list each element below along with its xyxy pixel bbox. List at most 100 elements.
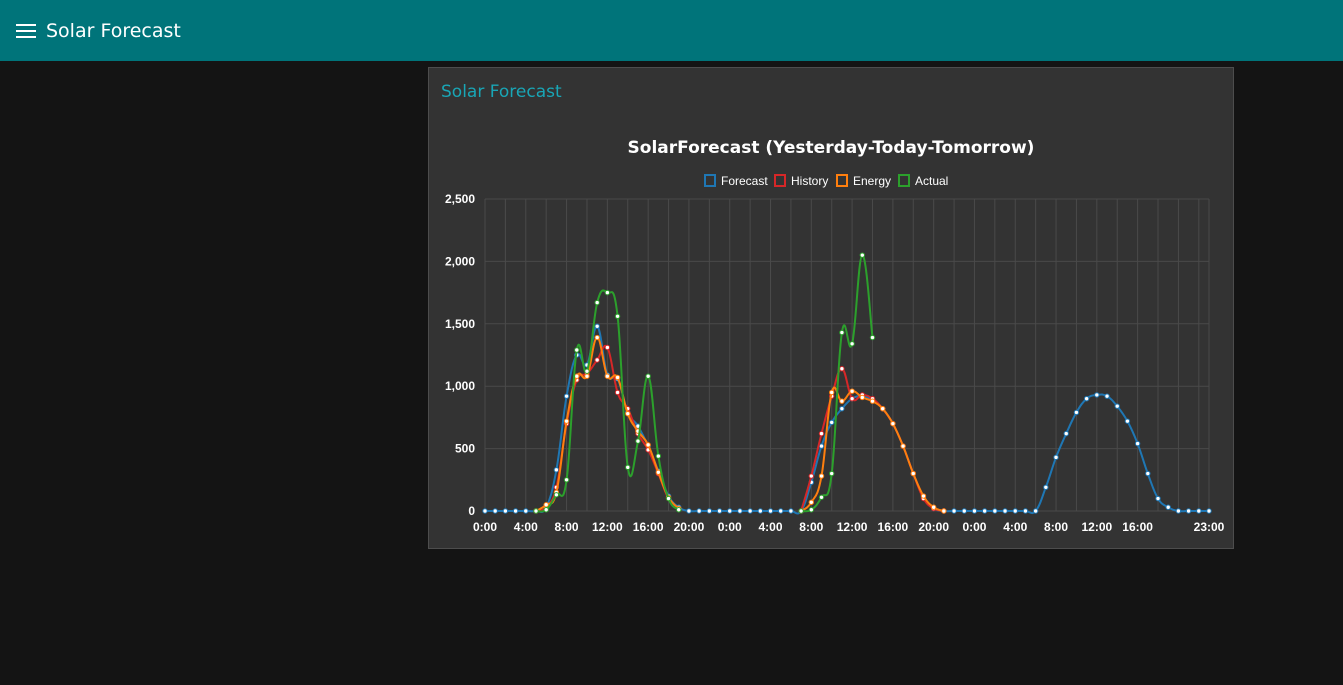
data-point-energy [604,373,611,379]
data-point-forecast [1022,508,1029,514]
data-point-forecast [1155,495,1161,502]
data-point-actual [849,341,855,347]
x-tick-label: 0:00 [473,520,497,534]
data-point-actual [839,329,845,336]
data-point-actual [625,464,631,471]
data-point-forecast [737,508,743,514]
data-point-forecast [971,508,978,514]
data-point-energy [594,334,600,341]
x-tick-label: 8:00 [1044,520,1068,534]
data-point-energy [890,420,896,427]
x-tick-label: 4:00 [759,520,783,534]
data-point-actual [798,508,804,514]
data-point-forecast [716,508,723,514]
data-point-forecast [1165,504,1171,510]
chart-series [482,252,1212,515]
data-point-forecast [829,419,835,426]
y-tick-label: 500 [455,442,475,456]
data-point-actual [665,495,672,502]
data-point-forecast [523,508,529,514]
data-point-actual [635,438,641,444]
y-tick-label: 2,500 [445,192,475,206]
x-tick-label: 4:00 [1003,520,1027,534]
data-point-energy [900,443,906,449]
data-point-forecast [1185,508,1192,514]
data-point-actual [829,470,835,477]
x-tick-label: 12:00 [837,520,868,534]
x-axis-ticks: 0:00 4:00 8:00 12:00 16:00 20:00 0:00 4:00 8:00 1… [473,520,1225,534]
data-point-forecast [747,508,753,514]
legend-swatch-history [774,174,786,187]
data-point-energy [829,389,835,396]
y-axis-ticks: 0 500 1,000 1,500 2,000 2,500 [445,192,475,518]
data-point-energy [859,394,865,401]
data-point-forecast [1175,508,1182,514]
data-point-actual [859,252,865,258]
hamburger-menu-icon[interactable] [16,23,36,39]
data-point-forecast [1032,508,1039,514]
legend-label-forecast: Forecast [721,174,768,188]
legend-swatch-energy [836,174,848,187]
series-actual [533,252,876,514]
legend-swatch-forecast [704,174,716,187]
data-point-forecast [1124,418,1131,424]
data-point-actual [676,507,682,513]
chart-grid [484,198,1210,512]
data-point-forecast [1073,409,1080,416]
data-point-forecast [1012,508,1018,514]
data-point-forecast [818,443,825,449]
data-point-forecast [727,508,733,514]
legend-swatch-actual [898,174,910,187]
data-point-forecast [1083,395,1090,402]
data-point-actual [869,334,876,341]
data-point-forecast [1053,454,1059,461]
data-point-forecast [767,508,774,514]
data-point-energy [818,473,825,479]
data-point-forecast [1094,392,1100,398]
data-point-forecast [1002,508,1008,514]
data-point-forecast [594,323,600,329]
data-point-energy [808,499,815,505]
data-point-energy [584,373,590,379]
data-point-forecast [778,508,784,514]
series-history [533,344,947,514]
data-point-forecast [951,508,957,514]
legend-label-actual: Actual [915,174,948,188]
data-point-actual [533,508,539,514]
x-tick-label: 8:00 [799,520,823,534]
data-point-forecast [839,405,845,412]
data-point-history [849,395,855,402]
data-point-forecast [512,508,519,514]
x-tick-label: 12:00 [592,520,623,534]
data-point-forecast [992,508,998,514]
chart-legend: Forecast History Energy Actual [704,174,948,188]
data-point-forecast [563,393,570,399]
x-tick-label: 20:00 [918,520,949,534]
x-tick-label: 20:00 [674,520,705,534]
data-point-forecast [696,508,702,514]
y-tick-label: 2,000 [445,254,475,268]
data-point-forecast [1196,508,1202,514]
data-point-history [839,366,845,372]
legend-label-energy: Energy [853,174,891,188]
data-point-forecast [1043,484,1049,490]
data-point-actual [594,299,600,306]
data-point-actual [655,453,662,459]
data-point-energy [849,388,855,394]
data-point-forecast [757,508,764,514]
data-point-forecast [1145,470,1151,477]
data-point-energy [645,442,651,448]
data-point-history [818,430,825,437]
chart-card: Solar Forecast SolarForecast (Yesterday-… [428,67,1234,549]
x-tick-label: 23:00 [1194,520,1225,534]
x-tick-label: 4:00 [514,520,538,534]
data-point-forecast [788,508,794,514]
data-point-actual [818,494,825,500]
x-tick-label: 8:00 [555,520,579,534]
y-tick-label: 1,500 [445,317,475,331]
data-point-actual [553,492,560,498]
data-point-history [614,389,621,396]
x-tick-label: 16:00 [878,520,909,534]
data-point-forecast [1134,440,1141,447]
data-point-forecast [686,508,692,514]
